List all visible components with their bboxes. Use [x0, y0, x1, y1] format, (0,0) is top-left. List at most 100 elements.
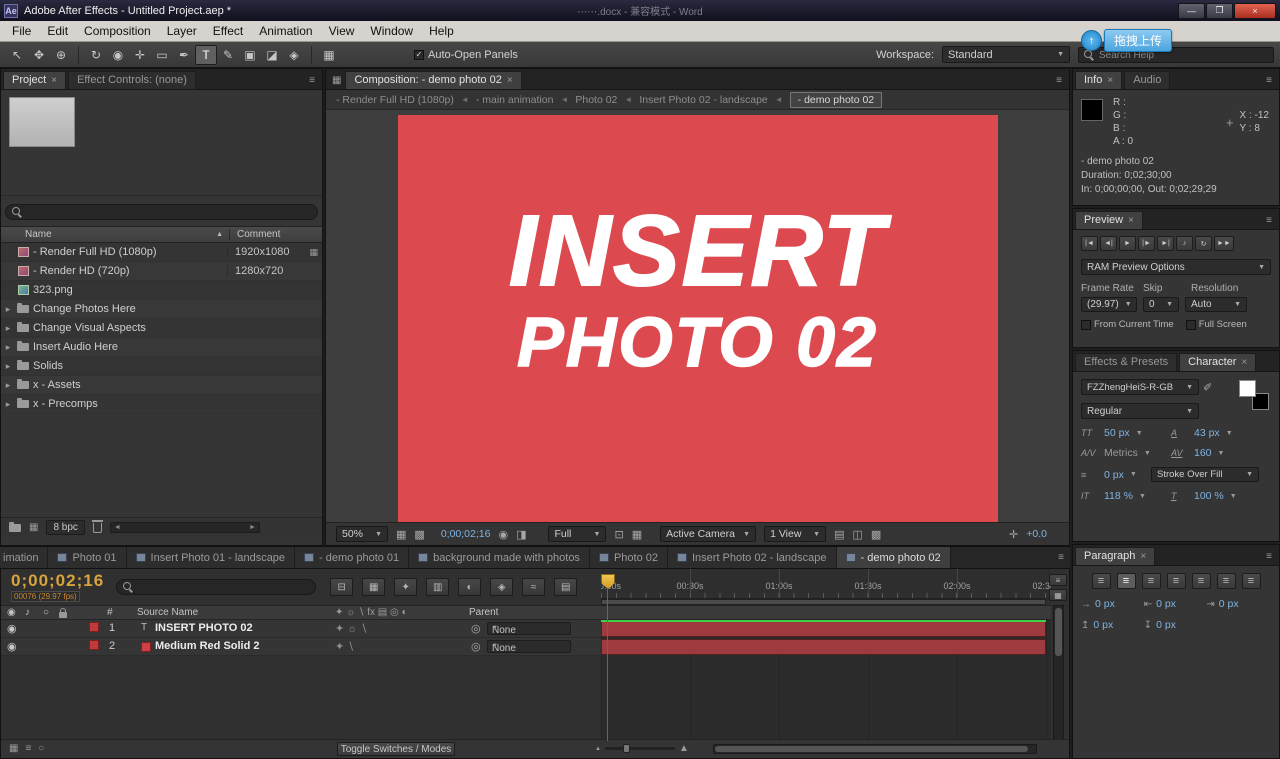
breadcrumb-item[interactable]: - Render Full HD (1080p)	[336, 94, 454, 106]
type-tool-icon[interactable]: T	[195, 45, 217, 65]
first-frame-button[interactable]: |◄	[1081, 236, 1098, 251]
timeline-tab[interactable]: background made with photos	[409, 547, 590, 568]
menu-file[interactable]: File	[4, 22, 39, 40]
trash-icon[interactable]	[93, 523, 102, 533]
caret-down-icon[interactable]: ▼	[1230, 493, 1237, 500]
close-icon[interactable]: ×	[1140, 551, 1146, 562]
current-timecode[interactable]: 0;00;02;16	[11, 571, 104, 590]
panel-menu-icon[interactable]: ≡	[309, 75, 320, 89]
close-icon[interactable]: ×	[1241, 357, 1247, 368]
breadcrumb-item[interactable]: - main animation	[476, 94, 554, 106]
layer-color-chip[interactable]	[89, 640, 99, 650]
full-screen-checkbox[interactable]	[1186, 320, 1196, 330]
menu-composition[interactable]: Composition	[76, 22, 159, 40]
workspace-icon[interactable]: ▦	[318, 45, 340, 65]
toggle-switches-modes-button[interactable]: Toggle Switches / Modes	[337, 742, 455, 756]
vertical-scale-value[interactable]: 118 %	[1104, 490, 1133, 502]
ram-preview-button[interactable]: ►►	[1214, 236, 1234, 251]
justify-all-button[interactable]: ≡	[1242, 573, 1261, 589]
expand-icon[interactable]: ▸	[1, 380, 15, 391]
pickwhip-icon[interactable]: ◎	[471, 640, 481, 653]
expand-icon[interactable]: ▸	[1, 399, 15, 410]
exposure-value[interactable]: +0.0	[1026, 528, 1047, 540]
motion-blur-icon[interactable]: ◐	[458, 578, 481, 596]
table-row[interactable]: ▸ x - Precomps	[1, 395, 322, 414]
preview-resolution-dropdown[interactable]: Auto ▼	[1185, 297, 1247, 312]
skip-dropdown[interactable]: 0 ▼	[1143, 297, 1179, 312]
expand-layer-icon[interactable]: ▦	[9, 743, 18, 754]
camera-tool-icon[interactable]: ◉	[107, 45, 129, 65]
timeline-tab-active[interactable]: - demo photo 02	[837, 547, 951, 568]
layer-color-chip[interactable]	[89, 622, 99, 632]
column-source-name[interactable]: Source Name	[137, 607, 198, 618]
pixel-aspect-icon[interactable]: ▤	[834, 528, 844, 541]
indent-first-value[interactable]: 0 px	[1095, 598, 1115, 610]
column-name[interactable]: Name	[25, 229, 52, 240]
from-current-time-checkbox[interactable]	[1081, 320, 1091, 330]
zoom-slider[interactable]	[605, 747, 675, 750]
grid-icon[interactable]: ▩	[414, 528, 424, 541]
panel-grid-icon[interactable]: ▦	[328, 75, 343, 89]
parent-dropdown[interactable]: None ▼	[487, 622, 571, 635]
comp-marker-icon[interactable]: ▦	[1049, 589, 1067, 601]
layer-switches-icons[interactable]: ✦ ☼ ∖	[335, 622, 367, 635]
tab-info[interactable]: Info ×	[1075, 71, 1122, 89]
timeline-tab[interactable]: - demo photo 01	[295, 547, 409, 568]
parent-dropdown[interactable]: None ▼	[487, 640, 571, 653]
project-table-header[interactable]: Name ▲ Comment	[1, 226, 322, 243]
table-row[interactable]: ▸ Change Visual Aspects	[1, 319, 322, 338]
layer-duration-bar[interactable]	[601, 621, 1046, 637]
current-time-display[interactable]: 0;00;02;16	[441, 528, 491, 540]
workspace-dropdown[interactable]: Standard ▼	[942, 46, 1070, 63]
tab-character[interactable]: Character ×	[1179, 353, 1256, 371]
expand-icon[interactable]: ▸	[1, 304, 15, 315]
composition-canvas[interactable]: INSERT PHOTO 02	[398, 115, 998, 522]
font-family-dropdown[interactable]: FZZhengHeiS-R-GB ▼	[1081, 379, 1199, 395]
menu-window[interactable]: Window	[362, 22, 421, 40]
close-icon[interactable]: ×	[1107, 75, 1113, 86]
play-button[interactable]: ►	[1119, 236, 1136, 251]
graph-editor-icon[interactable]: ▤	[554, 578, 577, 596]
menu-help[interactable]: Help	[421, 22, 462, 40]
auto-open-panels-checkbox[interactable]: ✓	[414, 50, 424, 60]
timeline-tab[interactable]: Photo 01	[48, 547, 126, 568]
breadcrumb-item[interactable]: Photo 02	[575, 94, 617, 106]
menu-effect[interactable]: Effect	[205, 22, 251, 40]
new-folder-icon[interactable]	[9, 524, 21, 532]
timeline-tab[interactable]: imation	[0, 547, 48, 568]
transparency-grid-icon[interactable]: ▦	[632, 528, 642, 541]
loop-button[interactable]: ↻	[1195, 236, 1212, 251]
kerning-value[interactable]: Metrics	[1104, 447, 1138, 459]
tab-preview[interactable]: Preview ×	[1075, 211, 1143, 229]
layer-name[interactable]: Medium Red Solid 2	[155, 640, 260, 652]
layer-duration-bar[interactable]	[601, 639, 1046, 655]
expand-icon[interactable]: ▸	[1, 323, 15, 334]
font-style-dropdown[interactable]: Regular ▼	[1081, 403, 1199, 419]
region-of-interest-icon[interactable]: ⊡	[614, 528, 623, 541]
timeline-search-input[interactable]	[138, 582, 309, 593]
breadcrumb-current[interactable]: - demo photo 02	[790, 92, 882, 108]
layer-name[interactable]: INSERT PHOTO 02	[155, 622, 253, 634]
timeline-tab[interactable]: Insert Photo 02 - landscape	[668, 547, 837, 568]
bit-depth-button[interactable]: 8 bpc	[46, 520, 84, 535]
auto-keyframe-icon[interactable]: ≈	[522, 578, 545, 596]
space-before-value[interactable]: 0 px	[1093, 619, 1113, 631]
column-comment[interactable]: Comment	[229, 229, 322, 240]
panel-menu-icon[interactable]: ≡	[1058, 552, 1064, 563]
brainstorm-icon[interactable]: ◈	[490, 578, 513, 596]
last-frame-button[interactable]: ►|	[1157, 236, 1174, 251]
mini-flowchart-button-icon[interactable]: ⊟	[330, 578, 353, 596]
tab-effect-controls[interactable]: Effect Controls: (none)	[68, 71, 196, 89]
snapshot-icon[interactable]: ◉	[498, 528, 508, 541]
stroke-style-dropdown[interactable]: Stroke Over Fill ▼	[1151, 467, 1259, 482]
project-search-input[interactable]	[27, 207, 311, 218]
table-row[interactable]: 323.png	[1, 281, 322, 300]
align-left-button[interactable]: ≡	[1092, 573, 1111, 589]
table-row[interactable]: ▸ Insert Audio Here	[1, 338, 322, 357]
indent-left-value[interactable]: 0 px	[1156, 598, 1176, 610]
caret-down-icon[interactable]: ▼	[1136, 430, 1143, 437]
table-row[interactable]: - Render HD (720p) 1280x720	[1, 262, 322, 281]
pickwhip-icon[interactable]: ◎	[471, 622, 481, 635]
composition-viewport[interactable]: INSERT PHOTO 02	[326, 110, 1069, 522]
camera-dropdown[interactable]: Active Camera ▼	[660, 526, 756, 542]
